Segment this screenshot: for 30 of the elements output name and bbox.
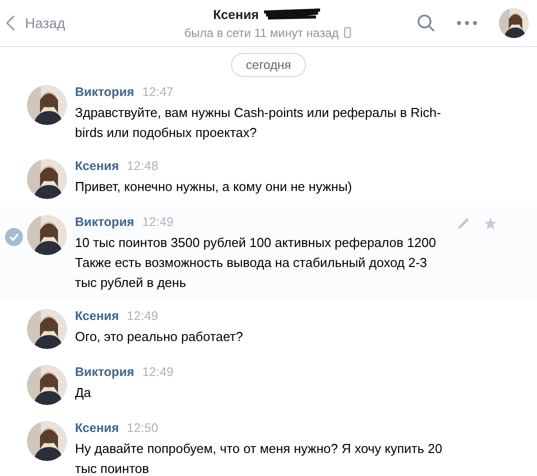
scribble-mark [262,8,322,20]
message-time: 12:49 [142,215,174,229]
chevron-left-icon [6,15,15,31]
chat-title: Ксения [213,6,259,22]
phone-icon [344,27,351,38]
message-time: 12:49 [126,309,158,323]
author-name[interactable]: Виктория [75,365,134,379]
message-text: 10 тыс поинтов 3500 рублей 100 активных рефералов 1200 Также есть возможность вывода на стабильный доход 2-3 тыс рублей в день [75,234,437,292]
message-time: 12:47 [142,85,174,99]
message-text: Здравствуйте, вам нужны Cash-points или рефералы в Rich-birds или подобных проектах? [75,104,442,142]
search-icon[interactable] [417,14,435,32]
message-time: 12:48 [126,159,158,173]
check-icon[interactable] [4,228,22,246]
message-time: 12:50 [126,421,158,435]
author-name[interactable]: Виктория [75,85,134,99]
pencil-icon[interactable] [457,217,470,230]
message-time: 12:49 [142,365,174,379]
author-name[interactable]: Ксения [75,421,119,435]
author-name[interactable]: Виктория [75,215,134,229]
message-text: Ого, это реально работает? [75,328,244,346]
message-text: Ну давайте попробуем, что от меня нужно? Я хочу купить 20 тыс поинтов [75,440,444,476]
back-link[interactable]: Назад [6,15,156,31]
star-icon[interactable] [484,217,497,230]
author-name[interactable]: Ксения [75,159,119,173]
message-text: Да [75,384,92,402]
more-icon[interactable] [457,21,477,25]
online-status: была в сети 11 минут назад [184,26,339,40]
author-name[interactable]: Ксения [75,309,119,323]
message-row[interactable]: Виктория 12:49 10 тыс поинтов 3500 рублей 100 активных рефералов 1200 Также есть возможность вывода на стабильный доход 2-3 тыс рублей в день [0,207,537,301]
message-text: Привет, конечно нужны, а кому они не нужны) [75,178,354,196]
